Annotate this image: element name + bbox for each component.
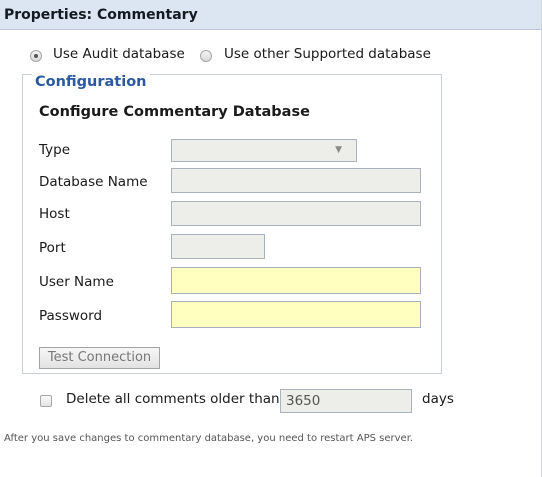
user-name-input[interactable] — [171, 267, 421, 294]
password-input[interactable] — [171, 301, 421, 328]
test-connection-button[interactable]: Test Connection — [39, 347, 160, 369]
host-label: Host — [39, 206, 70, 222]
restart-note: After you save changes to commentary dat… — [4, 433, 414, 444]
password-label: Password — [39, 308, 103, 324]
use-other-database-label[interactable]: Use other Supported database — [224, 46, 431, 62]
delete-comments-checkbox[interactable] — [40, 395, 52, 407]
port-input[interactable] — [171, 234, 265, 259]
use-other-database-radio[interactable] — [200, 50, 212, 62]
host-input[interactable] — [171, 201, 421, 226]
configuration-legend: Configuration — [32, 74, 150, 90]
configuration-heading: Configure Commentary Database — [39, 104, 310, 120]
days-input[interactable]: 3650 — [280, 389, 412, 413]
user-name-label: User Name — [39, 274, 114, 290]
type-select[interactable]: ▼ — [171, 139, 357, 162]
days-unit-label: days — [422, 391, 454, 407]
radio-selected-dot — [34, 54, 38, 58]
port-label: Port — [39, 240, 66, 256]
database-name-input[interactable] — [171, 168, 421, 193]
database-name-label: Database Name — [39, 174, 148, 190]
properties-panel: Properties: Commentary Use Audit databas… — [0, 0, 542, 477]
use-audit-database-radio[interactable] — [30, 50, 42, 62]
use-audit-database-label[interactable]: Use Audit database — [53, 46, 185, 62]
delete-comments-label: Delete all comments older than — [66, 391, 280, 407]
type-label: Type — [39, 142, 71, 158]
panel-title: Properties: Commentary — [0, 0, 541, 30]
chevron-down-icon: ▼ — [335, 145, 342, 155]
